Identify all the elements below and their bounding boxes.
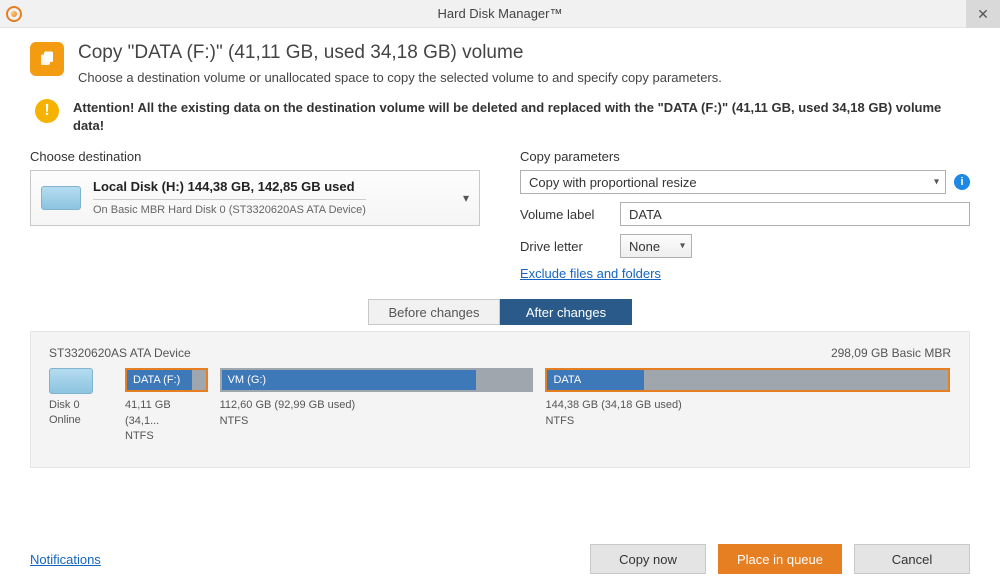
copy-volume-icon bbox=[30, 42, 64, 76]
disk-name: Disk 0 bbox=[49, 398, 111, 412]
partition[interactable]: VM (G:) 112,60 GB (92,99 GB used)NTFS bbox=[220, 368, 534, 444]
warning-text: Attention! All the existing data on the … bbox=[73, 99, 970, 135]
partition-filesystem: NTFS bbox=[545, 414, 950, 429]
disk-status: Online bbox=[49, 413, 111, 427]
warning-banner: ! Attention! All the existing data on th… bbox=[30, 99, 970, 135]
title-bar: Hard Disk Manager™ ✕ bbox=[0, 0, 1000, 28]
choose-destination-label: Choose destination bbox=[30, 149, 480, 164]
partition-filesystem: NTFS bbox=[220, 414, 534, 429]
destination-selector[interactable]: Local Disk (H:) 144,38 GB, 142,85 GB use… bbox=[30, 170, 480, 226]
window-title: Hard Disk Manager™ bbox=[0, 6, 1000, 21]
drive-letter-select[interactable]: None ▾ bbox=[620, 234, 692, 258]
exclude-files-link[interactable]: Exclude files and folders bbox=[520, 266, 661, 281]
app-icon bbox=[6, 6, 22, 22]
partition-bar[interactable]: DATA bbox=[545, 368, 950, 392]
footer: Notifications Copy now Place in queue Ca… bbox=[0, 544, 1000, 574]
chevron-down-icon: ▾ bbox=[463, 191, 469, 205]
copy-mode-value: Copy with proportional resize bbox=[529, 175, 697, 190]
drive-letter-label: Drive letter bbox=[520, 239, 620, 254]
volume-label-input[interactable] bbox=[620, 202, 970, 226]
disk-summary: 298,09 GB Basic MBR bbox=[831, 346, 951, 360]
tab-after-changes[interactable]: After changes bbox=[500, 299, 632, 325]
disk-device-name: ST3320620AS ATA Device bbox=[49, 346, 191, 360]
partition[interactable]: DATA 144,38 GB (34,18 GB used)NTFS bbox=[545, 368, 950, 444]
cancel-button[interactable]: Cancel bbox=[854, 544, 970, 574]
page-title: Copy "DATA (F:)" (41,11 GB, used 34,18 G… bbox=[78, 42, 722, 64]
partition-bar[interactable]: DATA (F:) bbox=[125, 368, 208, 392]
notifications-link[interactable]: Notifications bbox=[30, 552, 101, 567]
copy-now-button[interactable]: Copy now bbox=[590, 544, 706, 574]
destination-title: Local Disk (H:) 144,38 GB, 142,85 GB use… bbox=[93, 179, 366, 196]
disk-layout-panel: ST3320620AS ATA Device 298,09 GB Basic M… bbox=[30, 331, 970, 467]
partition-size: 144,38 GB (34,18 GB used) bbox=[545, 398, 950, 413]
partition-bar[interactable]: VM (G:) bbox=[220, 368, 534, 392]
partition-label: DATA (F:) bbox=[127, 374, 180, 386]
info-icon[interactable]: i bbox=[954, 174, 970, 190]
disk-icon bbox=[49, 368, 93, 394]
warning-icon: ! bbox=[35, 99, 59, 123]
partition[interactable]: DATA (F:) 41,11 GB (34,1...NTFS bbox=[125, 368, 208, 444]
partition-filesystem: NTFS bbox=[125, 429, 208, 444]
destination-subtitle: On Basic MBR Hard Disk 0 (ST3320620AS AT… bbox=[93, 199, 366, 217]
partition-size: 41,11 GB (34,1... bbox=[125, 398, 208, 429]
copy-parameters-label: Copy parameters bbox=[520, 149, 970, 164]
copy-mode-select[interactable]: Copy with proportional resize ▾ bbox=[520, 170, 946, 194]
volume-label-label: Volume label bbox=[520, 207, 620, 222]
drive-letter-value: None bbox=[629, 239, 660, 254]
tab-before-changes[interactable]: Before changes bbox=[368, 299, 500, 325]
partition-label: DATA bbox=[547, 374, 581, 386]
chevron-down-icon: ▾ bbox=[934, 177, 939, 188]
page-subtitle: Choose a destination volume or unallocat… bbox=[78, 70, 722, 85]
disk-icon bbox=[41, 186, 81, 210]
place-in-queue-button[interactable]: Place in queue bbox=[718, 544, 842, 574]
chevron-down-icon: ▾ bbox=[680, 241, 685, 252]
disk-info: Disk 0 Online bbox=[49, 368, 111, 427]
changes-tabs: Before changes After changes bbox=[368, 299, 632, 325]
partition-size: 112,60 GB (92,99 GB used) bbox=[220, 398, 534, 413]
close-button[interactable]: ✕ bbox=[966, 0, 1000, 28]
partition-label: VM (G:) bbox=[222, 374, 267, 386]
